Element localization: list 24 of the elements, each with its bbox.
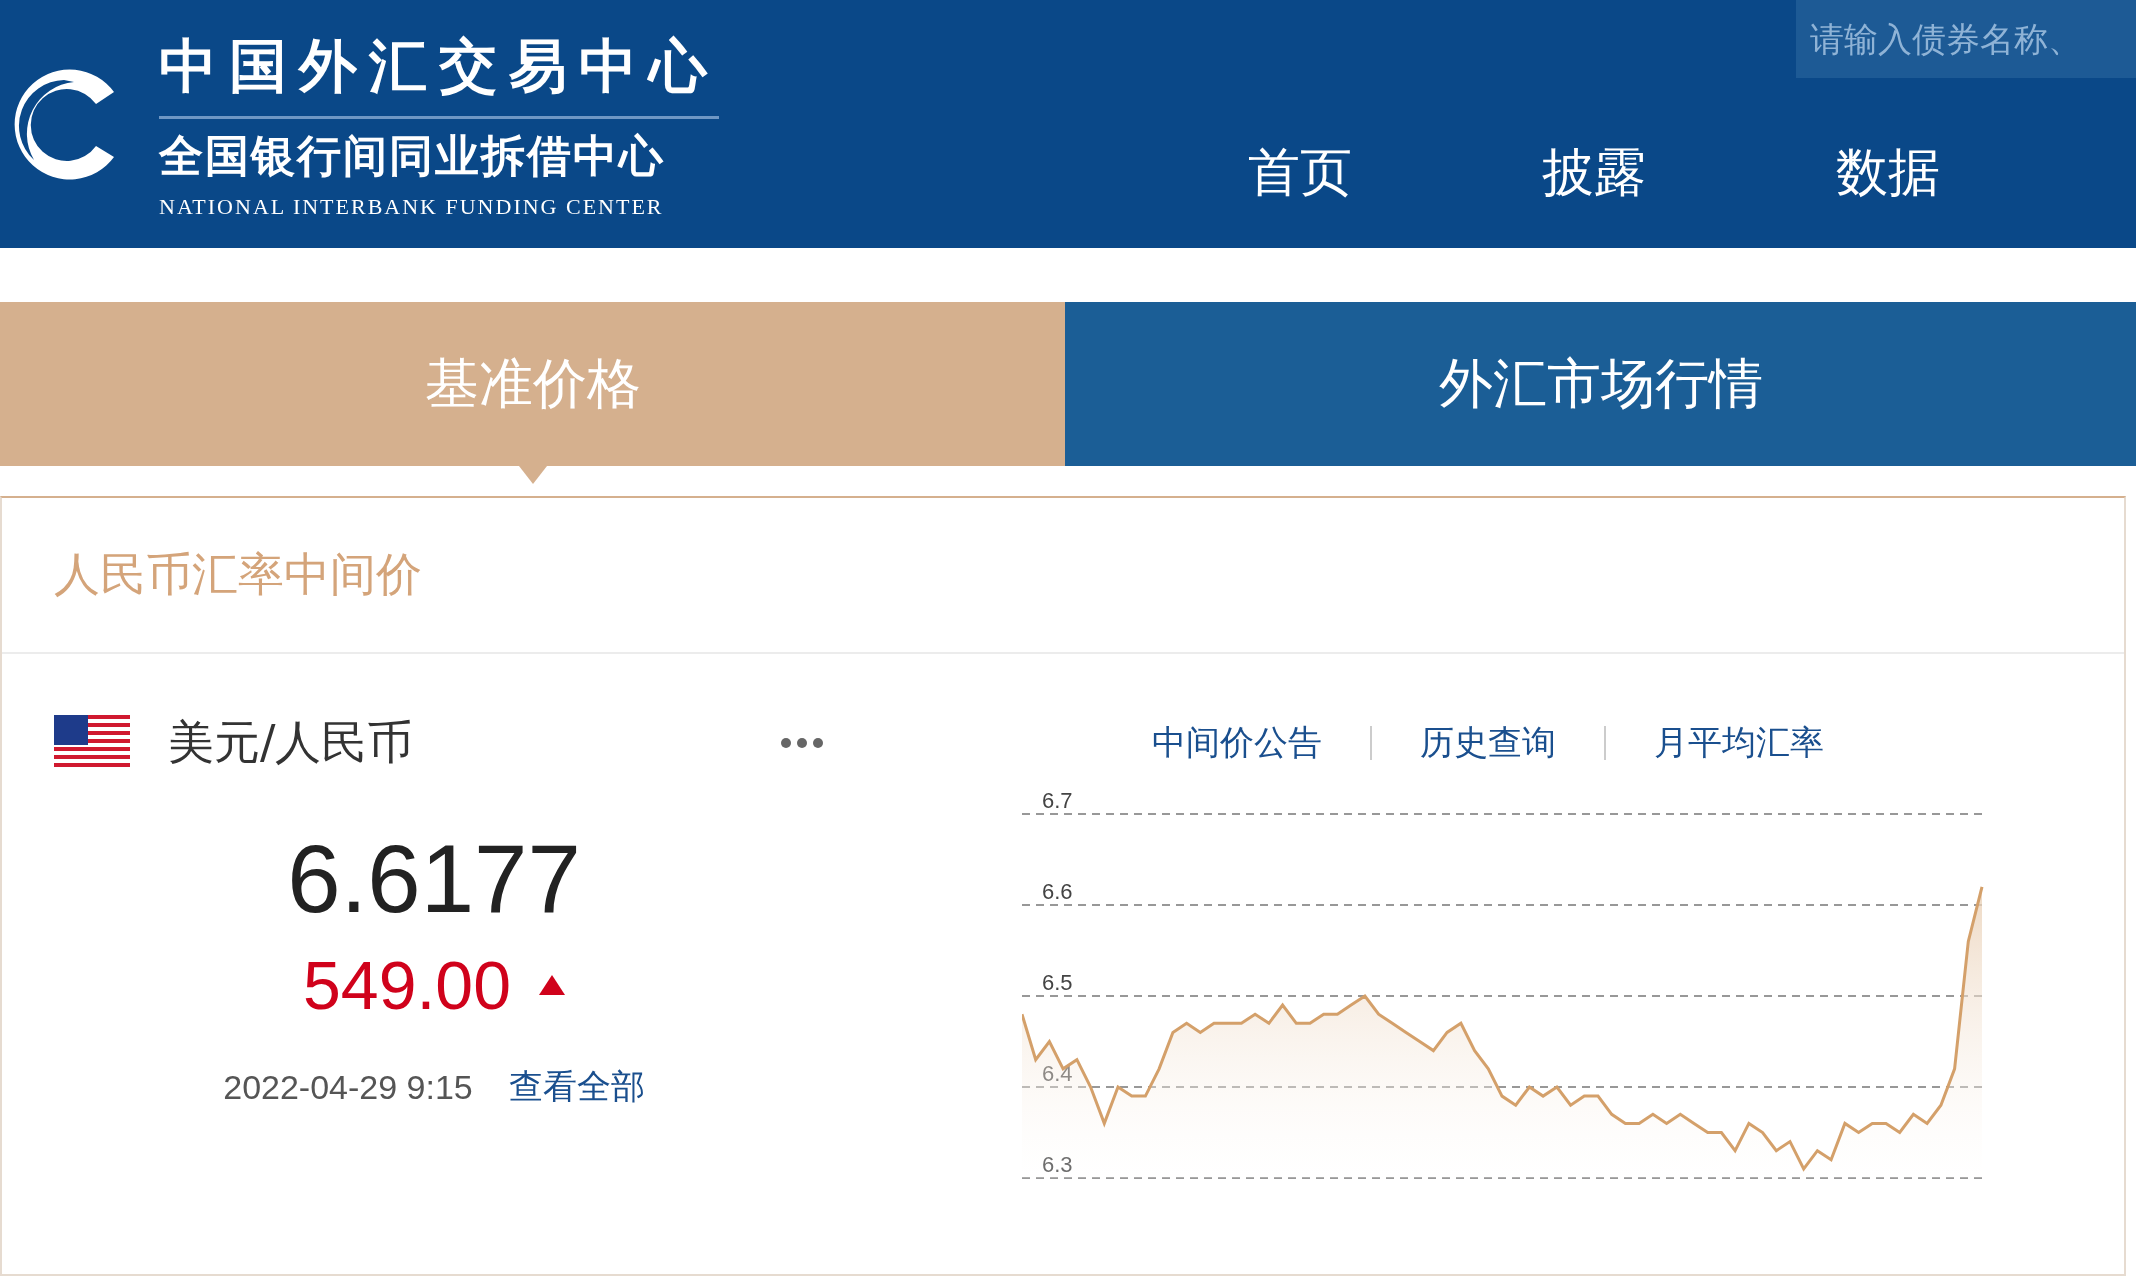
tick-label: 6.3: [1042, 1152, 1073, 1177]
tick-label: 6.7: [1042, 792, 1073, 813]
logo-subtitle: 全国银行间同业拆借中心: [159, 129, 666, 183]
tab-pointer: [518, 466, 547, 484]
more-icon[interactable]: [780, 737, 824, 749]
change-value: 549.00: [303, 946, 511, 1024]
chart-link[interactable]: 月平均汇率: [1654, 720, 1824, 766]
tick-label: 6.4: [1042, 1061, 1073, 1086]
tab[interactable]: 外汇市场行情: [1065, 302, 2136, 466]
view-all-link[interactable]: 查看全部: [508, 1064, 645, 1110]
nav-link[interactable]: 数据: [1836, 138, 1940, 208]
update-time: 2022-04-29 9:15: [223, 1067, 473, 1107]
chart-link[interactable]: 历史查询: [1420, 720, 1556, 766]
nav-link[interactable]: 首页: [1248, 138, 1352, 208]
nav-link[interactable]: 披露: [1542, 138, 1646, 208]
card-title: 人民币汇率中间价: [54, 546, 422, 603]
search-field[interactable]: 请输入债券名称、: [1796, 0, 2136, 78]
rate-value: 6.6177: [287, 824, 581, 934]
logo-english-name: NATIONAL INTERBANK FUNDING CENTER: [159, 194, 665, 220]
tick-label: 6.6: [1042, 879, 1073, 904]
currency-pair: 美元/人民币: [168, 714, 415, 771]
logo-title: 中国外汇交易中心: [159, 28, 719, 119]
chart-link[interactable]: 中间价公告: [1152, 720, 1322, 766]
tick-label: 6.5: [1042, 970, 1073, 995]
